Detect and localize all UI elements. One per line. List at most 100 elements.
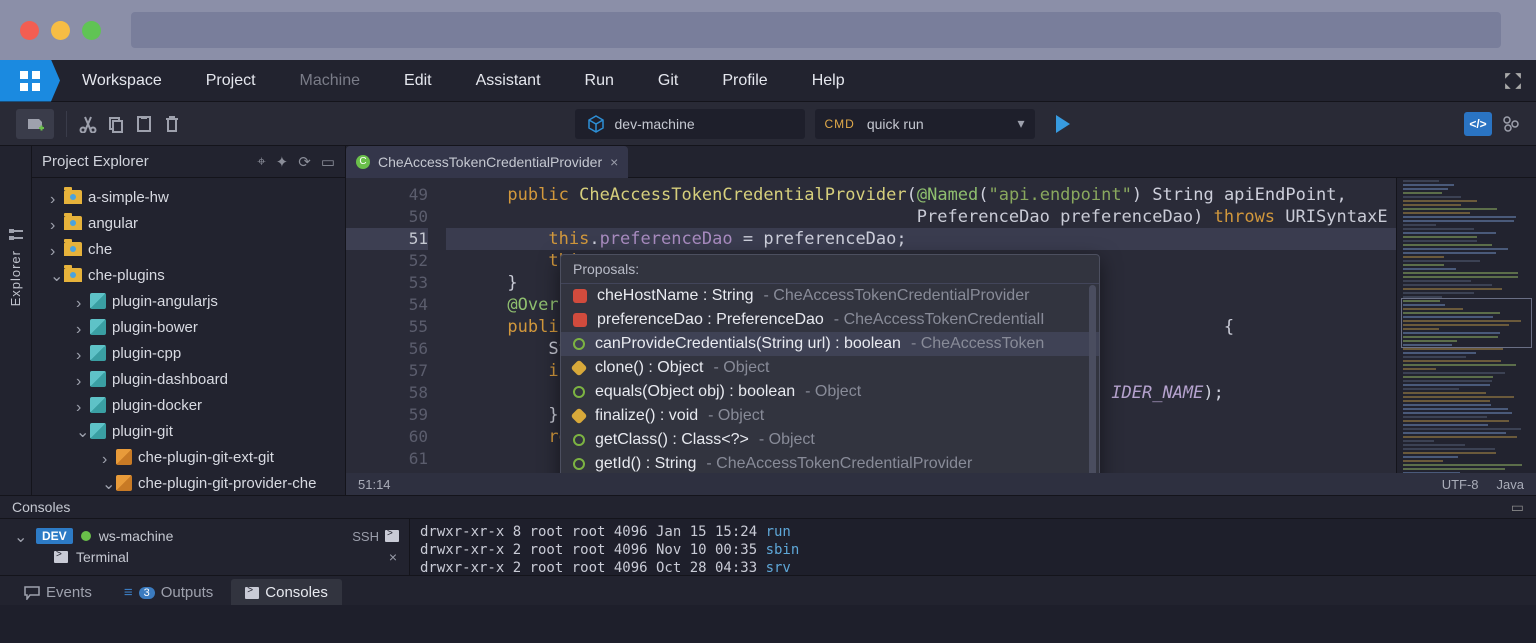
completion-class: - Object (708, 407, 764, 425)
consoles-panel: Consoles ▭ DEV ws-machine SSH Terminal ×… (0, 495, 1536, 575)
machine-selector[interactable]: dev-machine (575, 109, 805, 139)
tree-item[interactable]: plugin-bower (32, 314, 345, 340)
package-icon (90, 345, 106, 361)
menu-project[interactable]: Project (184, 60, 278, 102)
delete-icon[interactable] (163, 115, 181, 133)
collapse-icon[interactable]: ✦ (276, 153, 289, 171)
minimap[interactable] (1396, 178, 1536, 473)
menu-edit[interactable]: Edit (382, 60, 454, 102)
field-icon (573, 313, 587, 327)
tree-item[interactable]: che-plugins (32, 262, 345, 288)
editor-area: C CheAccessTokenCredentialProvider × 495… (346, 146, 1536, 495)
completion-item[interactable]: canProvideCredentials(String url) : bool… (561, 332, 1099, 356)
completion-signature: clone() : Object (595, 359, 703, 377)
file-encoding[interactable]: UTF-8 (1442, 477, 1479, 492)
completion-item[interactable]: getId() : String - CheAccessTokenCredent… (561, 452, 1099, 473)
completion-popup[interactable]: Proposals: cheHostName : String - CheAcc… (560, 254, 1100, 473)
tab-events[interactable]: Events (10, 579, 106, 605)
locate-icon[interactable]: ⌖ (257, 153, 265, 171)
refresh-icon[interactable]: ⟳ (298, 153, 311, 171)
completion-signature: cheHostName : String (597, 287, 754, 305)
completion-item[interactable]: getClass() : Class<?> - Object (561, 428, 1099, 452)
chevron-right-icon[interactable] (50, 243, 62, 255)
chevron-right-icon[interactable] (76, 295, 88, 307)
tree-item[interactable]: plugin-angularjs (32, 288, 345, 314)
terminal-icon[interactable] (385, 530, 399, 542)
chevron-right-icon[interactable] (76, 321, 88, 333)
tree-item[interactable]: plugin-docker (32, 392, 345, 418)
file-tree[interactable]: a-simple-hw angular che che-pluginsplugin-a… (32, 178, 345, 495)
consoles-machine-item[interactable]: DEV ws-machine SSH (0, 523, 409, 549)
zoom-window-button[interactable] (82, 21, 101, 40)
tree-item[interactable]: che (32, 236, 345, 262)
close-tab-icon[interactable]: × (610, 154, 618, 170)
package-icon (90, 371, 106, 387)
completion-item[interactable]: cheHostName : String - CheAccessTokenCre… (561, 284, 1099, 308)
consoles-minimize-icon[interactable]: ▭ (1511, 499, 1524, 516)
file-language[interactable]: Java (1497, 477, 1524, 492)
tree-item[interactable]: che-plugin-git-provider-che (32, 470, 345, 495)
outputs-icon: ≡ (124, 584, 133, 601)
tab-outputs[interactable]: ≡ 3 Outputs (110, 579, 227, 605)
project-explorer-title: Project Explorer (42, 153, 149, 170)
app-logo[interactable] (0, 60, 60, 102)
tree-item[interactable]: che-plugin-git-ext-git (32, 444, 345, 470)
run-button[interactable] (1045, 109, 1081, 139)
chevron-down-icon[interactable] (102, 477, 114, 489)
ops-perspective-icon[interactable] (1502, 115, 1520, 133)
tree-item[interactable]: plugin-git (32, 418, 345, 444)
completion-item[interactable]: equals(Object obj) : boolean - Object (561, 380, 1099, 404)
completion-item[interactable]: clone() : Object - Object (561, 356, 1099, 380)
tab-consoles[interactable]: Consoles (231, 579, 342, 605)
close-window-button[interactable] (20, 21, 39, 40)
terminal-output[interactable]: drwxr-xr-x 8 root root 4096 Jan 15 15:24… (410, 519, 1536, 575)
menu-workspace[interactable]: Workspace (60, 60, 184, 102)
tree-item[interactable]: angular (32, 210, 345, 236)
completion-signature: finalize() : void (595, 407, 698, 425)
chevron-down-icon[interactable] (76, 425, 88, 437)
rail-explorer-label[interactable]: Explorer (8, 250, 23, 306)
menu-help[interactable]: Help (790, 60, 867, 102)
copy-icon[interactable] (107, 115, 125, 133)
folder-icon (64, 190, 82, 204)
minimize-panel-icon[interactable]: ▭ (321, 153, 335, 171)
cube-icon (587, 115, 605, 133)
editor-tab-active[interactable]: C CheAccessTokenCredentialProvider × (346, 146, 628, 178)
chevron-down-icon[interactable] (14, 530, 26, 542)
minimize-window-button[interactable] (51, 21, 70, 40)
command-selector[interactable]: CMD quick run ▾ (815, 109, 1035, 139)
chevron-down-icon[interactable] (50, 269, 62, 281)
cut-icon[interactable] (79, 115, 97, 133)
code-perspective-button[interactable]: </> (1464, 112, 1492, 136)
fullscreen-icon[interactable] (1498, 66, 1528, 96)
tree-item-label: angular (88, 215, 138, 232)
line-gutter[interactable]: 495051525354555657585960616263 (346, 178, 436, 473)
paste-icon[interactable] (135, 115, 153, 133)
package-icon (116, 475, 132, 491)
menu-run[interactable]: Run (563, 60, 636, 102)
tree-item[interactable]: plugin-dashboard (32, 366, 345, 392)
chevron-right-icon[interactable] (50, 217, 62, 229)
menu-profile[interactable]: Profile (700, 60, 789, 102)
tree-item[interactable]: a-simple-hw (32, 184, 345, 210)
explorer-icon[interactable] (7, 226, 25, 244)
menu-assistant[interactable]: Assistant (454, 60, 563, 102)
close-terminal-icon[interactable]: × (389, 549, 397, 565)
new-resource-button[interactable] (16, 109, 54, 139)
completion-scrollbar[interactable] (1089, 285, 1096, 473)
menu-git[interactable]: Git (636, 60, 700, 102)
tree-item-label: che (88, 241, 112, 258)
machine-label: dev-machine (615, 116, 695, 132)
tree-item[interactable]: plugin-cpp (32, 340, 345, 366)
ssh-label[interactable]: SSH (352, 529, 379, 544)
completion-item[interactable]: preferenceDao : PreferenceDao - CheAcces… (561, 308, 1099, 332)
terminal-tree-item[interactable]: Terminal × (0, 549, 409, 565)
chevron-right-icon[interactable] (76, 373, 88, 385)
editor-tabbar: C CheAccessTokenCredentialProvider × (346, 146, 1536, 178)
address-bar[interactable] (131, 12, 1501, 48)
chevron-right-icon[interactable] (102, 451, 114, 463)
completion-item[interactable]: finalize() : void - Object (561, 404, 1099, 428)
chevron-right-icon[interactable] (76, 399, 88, 411)
chevron-right-icon[interactable] (50, 191, 62, 203)
chevron-right-icon[interactable] (76, 347, 88, 359)
